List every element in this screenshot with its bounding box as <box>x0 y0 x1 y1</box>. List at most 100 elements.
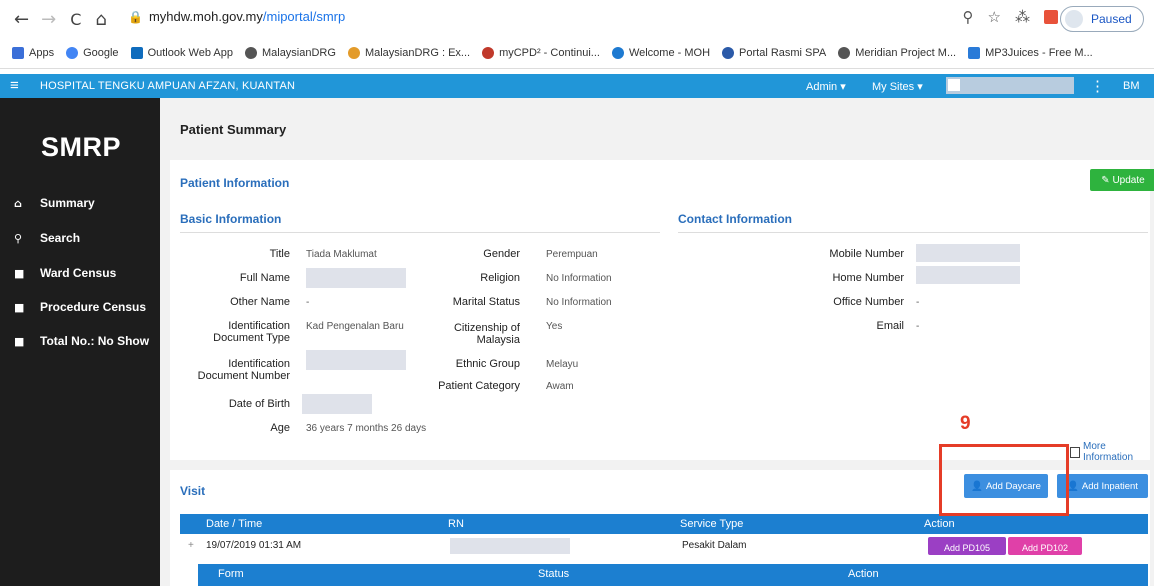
mp3-icon <box>968 47 981 59</box>
add-pd105-button[interactable]: Add PD105 <box>928 537 1006 555</box>
bookmark-mycpd[interactable]: myCPD² - Continui... <box>482 47 600 59</box>
marital-status-label: Marital Status <box>452 296 520 308</box>
col-date-time: Date / Time <box>206 518 263 530</box>
citizenship-value: Yes <box>546 321 563 332</box>
my-sites-menu[interactable]: My Sites ▾ <box>872 80 923 93</box>
other-name-value: - <box>306 297 310 308</box>
outlook-icon <box>130 47 143 59</box>
briefcase-icon: ■ <box>14 334 25 348</box>
bookmark-malaysiandrg[interactable]: MalaysianDRG <box>244 47 336 59</box>
profile-paused-button[interactable]: Paused <box>1060 6 1144 32</box>
hospital-name: HOSPITAL TENGKU AMPUAN AFZAN, KUANTAN <box>40 80 296 92</box>
app-topbar: ≡ HOSPITAL TENGKU AMPUAN AFZAN, KUANTAN … <box>0 74 1154 98</box>
full-name-value-redacted <box>306 268 406 288</box>
religion-value: No Information <box>546 273 612 284</box>
app-logo: SMRP <box>41 132 122 162</box>
home-icon: ⌂ <box>14 196 22 210</box>
full-name-label: Full Name <box>239 272 290 284</box>
age-value: 36 years 7 months 26 days <box>306 423 427 434</box>
visit-service-type: Pesakit Dalam <box>682 540 747 551</box>
id-number-value-redacted <box>306 350 406 370</box>
annotation-highlight-box <box>939 444 1069 516</box>
col-status: Status <box>538 568 570 580</box>
globe-icon <box>244 47 257 59</box>
spa-icon <box>722 47 735 59</box>
briefcase-icon: ■ <box>14 300 25 314</box>
url-path: /miportal/smrp <box>262 9 346 24</box>
rn-value-redacted <box>450 538 570 554</box>
mycpd-icon <box>482 47 495 59</box>
update-button[interactable]: ✎ Update <box>1090 169 1154 191</box>
browser-right-icons: ⚲ ☆ ⁂ <box>963 8 1058 26</box>
bookmark-outlook[interactable]: Outlook Web App <box>130 47 233 59</box>
religion-label: Religion <box>480 272 520 284</box>
reload-icon[interactable]: C <box>70 10 81 29</box>
address-bar[interactable]: 🔒 myhdw.moh.gov.my/miportal/smrp <box>128 9 345 24</box>
extension-red-icon[interactable] <box>1044 10 1058 24</box>
citizenship-label: Citizenship of Malaysia <box>453 322 520 346</box>
bookmark-portal-spa[interactable]: Portal Rasmi SPA <box>722 47 826 59</box>
email-label: Email <box>876 320 904 332</box>
age-label: Age <box>270 422 290 434</box>
menu-hamburger-icon[interactable]: ≡ <box>10 77 19 94</box>
add-pd102-button[interactable]: Add PD102 <box>1008 537 1082 555</box>
sidebar-item-total-no-show[interactable]: ■ Total No.: No Show <box>14 334 149 348</box>
browser-toolbar: ← → C ⌂ 🔒 myhdw.moh.gov.my/miportal/smrp … <box>0 0 1154 38</box>
office-number-label: Office Number <box>833 296 904 308</box>
bookmark-welcome-moh[interactable]: Welcome - MOH <box>611 47 710 59</box>
sidebar-item-summary[interactable]: ⌂ Summary <box>14 196 95 210</box>
extension-icon[interactable]: ⁂ <box>1015 8 1030 26</box>
lock-icon: 🔒 <box>128 10 143 24</box>
expand-row-icon[interactable]: + <box>188 540 194 551</box>
user-name-box[interactable] <box>946 77 1074 94</box>
user-initials[interactable]: BM <box>1123 80 1140 92</box>
moh-heart-icon <box>611 47 624 59</box>
id-type-value: Kad Pengenalan Baru <box>306 321 404 332</box>
form-subtable-header: Form Status Action <box>198 564 1148 586</box>
col-service-type: Service Type <box>680 518 744 530</box>
back-arrow-icon[interactable]: ← <box>14 9 29 30</box>
col-rn: RN <box>448 518 464 530</box>
patient-category-label: Patient Category <box>438 380 520 392</box>
url-host: myhdw.moh.gov.my <box>148 9 263 24</box>
kebab-menu-icon[interactable]: ⋮ <box>1090 77 1105 95</box>
bookmarks-bar: Apps Google Outlook Web App MalaysianDRG… <box>0 38 1154 69</box>
col-action: Action <box>924 518 955 530</box>
bookmark-malaysiandrg-ex[interactable]: MalaysianDRG : Ex... <box>347 47 470 59</box>
annotation-step-number: 9 <box>960 413 971 434</box>
home-number-value-redacted <box>916 266 1020 284</box>
gender-label: Gender <box>483 248 520 260</box>
table-row[interactable]: + 19/07/2019 01:31 AM Pesakit Dalam Add … <box>180 534 1148 558</box>
bookmark-apps[interactable]: Apps <box>12 47 54 59</box>
mobile-number-value-redacted <box>916 244 1020 262</box>
expand-square-icon <box>1070 446 1080 458</box>
zoom-icon[interactable]: ⚲ <box>963 8 974 26</box>
ethnic-group-label: Ethnic Group <box>455 358 520 370</box>
home-icon[interactable]: ⌂ <box>95 9 106 30</box>
profile-status: Paused <box>1091 12 1132 26</box>
id-number-label: Identification Document Number <box>197 358 290 382</box>
sidebar-item-search[interactable]: ⚲ Search <box>14 231 80 245</box>
bookmark-google[interactable]: Google <box>66 47 119 59</box>
contact-information-title: Contact Information <box>678 212 792 226</box>
page-title: Patient Summary <box>180 122 287 137</box>
bookmark-meridian[interactable]: Meridian Project M... <box>838 47 956 59</box>
profile-avatar-icon <box>1065 10 1083 28</box>
patient-category-value: Awam <box>546 381 574 392</box>
visit-datetime: 19/07/2019 01:31 AM <box>206 540 302 551</box>
email-value: - <box>916 321 920 332</box>
sidebar-item-ward-census[interactable]: ■ Ward Census <box>14 266 116 280</box>
forward-arrow-icon[interactable]: → <box>41 9 56 30</box>
home-number-label: Home Number <box>832 272 904 284</box>
bookmark-mp3juices[interactable]: MP3Juices - Free M... <box>968 47 1093 59</box>
patient-information-title: Patient Information <box>180 176 290 190</box>
mobile-number-label: Mobile Number <box>829 248 904 260</box>
sidebar-item-procedure-census[interactable]: ■ Procedure Census <box>14 300 146 314</box>
more-information-link[interactable]: More Information <box>1070 441 1150 463</box>
admin-menu[interactable]: Admin ▾ <box>806 80 846 93</box>
star-icon[interactable]: ☆ <box>988 8 1001 26</box>
basic-information-title: Basic Information <box>180 212 282 226</box>
divider <box>180 232 660 233</box>
globe-icon <box>838 47 851 59</box>
add-inpatient-button[interactable]: 👤 Add Inpatient <box>1057 474 1148 498</box>
